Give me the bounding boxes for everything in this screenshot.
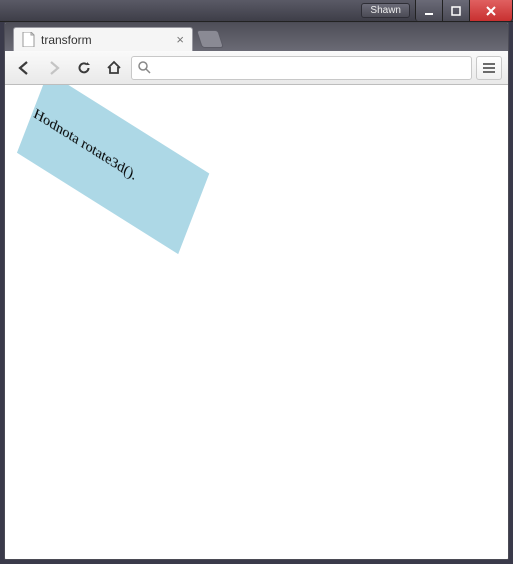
page-viewport: Hodnota rotate3d().	[5, 85, 508, 559]
file-icon	[22, 32, 35, 47]
menu-icon	[482, 62, 496, 74]
tab-close-button[interactable]: ×	[176, 33, 184, 46]
user-badge[interactable]: Shawn	[361, 3, 410, 18]
forward-icon	[46, 60, 62, 76]
search-icon	[138, 61, 151, 74]
home-button[interactable]	[101, 55, 127, 81]
window-titlebar: Shawn	[0, 0, 513, 22]
address-bar[interactable]	[131, 56, 472, 80]
browser-window: transform × Hodn	[4, 22, 509, 560]
tab-transform[interactable]: transform ×	[13, 27, 193, 51]
forward-button[interactable]	[41, 55, 67, 81]
demo-box-text: Hodnota rotate3d().	[31, 106, 138, 184]
back-icon	[16, 60, 32, 76]
window-close-button[interactable]	[469, 0, 513, 21]
window-maximize-button[interactable]	[442, 0, 470, 21]
reload-icon	[76, 60, 92, 76]
back-button[interactable]	[11, 55, 37, 81]
tab-title: transform	[41, 33, 92, 47]
home-icon	[106, 60, 122, 76]
new-tab-button[interactable]	[196, 30, 224, 48]
window-maximize-icon	[451, 6, 461, 16]
window-minimize-button[interactable]	[415, 0, 443, 21]
address-input[interactable]	[157, 59, 465, 76]
reload-button[interactable]	[71, 55, 97, 81]
window-close-icon	[485, 5, 497, 17]
toolbar	[5, 51, 508, 85]
window-minimize-icon	[424, 6, 434, 16]
rotate3d-demo-box: Hodnota rotate3d().	[17, 85, 209, 254]
menu-button[interactable]	[476, 56, 502, 80]
tab-strip: transform ×	[5, 23, 508, 51]
